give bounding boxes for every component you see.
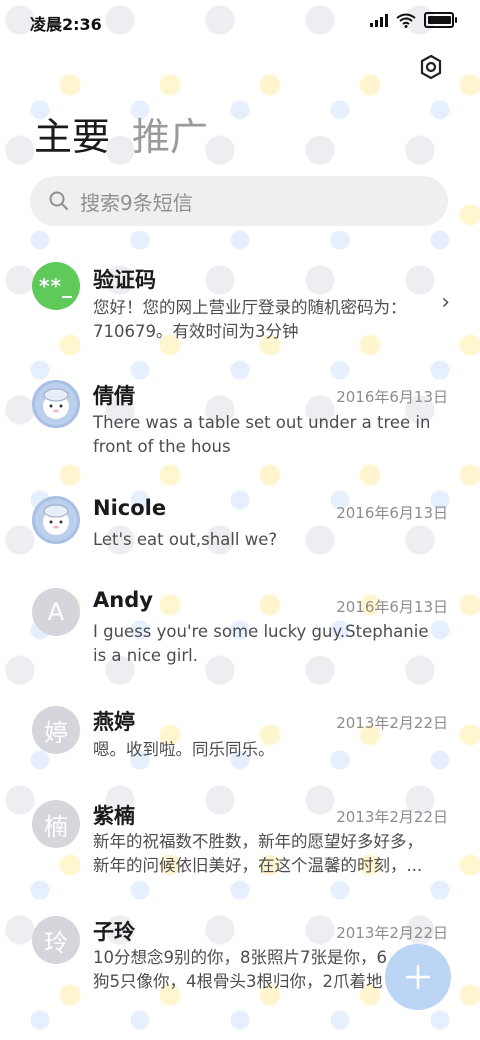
battery-icon <box>424 12 457 28</box>
message-date: 2013年2月22日 <box>336 808 448 826</box>
status-icons <box>370 12 457 28</box>
message-line: Let's eat out,shall we? <box>93 530 278 549</box>
conversation-row[interactable]: 倩倩 2016年6月13日 There was a table set out … <box>0 366 480 476</box>
message-line: I guess you're some lucky guy.Stephanie <box>93 622 429 641</box>
status-time: 凌晨2:36 <box>30 15 102 34</box>
message-line: front of the hous <box>93 437 231 456</box>
message-date: 2016年6月13日 <box>336 388 448 406</box>
avatar: A <box>32 588 80 636</box>
sheep-avatar-icon <box>43 388 69 419</box>
avatar <box>32 380 80 428</box>
tab-promotions[interactable]: 推广 <box>132 106 208 161</box>
wifi-icon <box>396 13 416 28</box>
message-line: 嗯。收到啦。同乐同乐。 <box>93 740 275 759</box>
avatar <box>32 496 80 544</box>
conversation-row[interactable]: 婷 燕婷 2013年2月22日 嗯。收到啦。同乐同乐。 <box>0 694 480 784</box>
message-line: 新年的问候依旧美好，在这个温馨的时刻，... <box>93 856 423 875</box>
search-input[interactable]: 搜索9条短信 <box>80 187 193 216</box>
chevron-right-icon[interactable]: › <box>441 290 450 315</box>
message-preview: I guess you're some lucky guy.Stephanie … <box>93 620 443 668</box>
settings-button[interactable] <box>416 52 446 82</box>
contact-name: Nicole <box>93 496 167 520</box>
contact-name: 紫楠 <box>93 804 135 828</box>
avatar: 玲 <box>32 916 80 964</box>
message-date: 2013年2月22日 <box>336 714 448 732</box>
gear-icon <box>420 54 442 80</box>
search-bar[interactable]: 搜索9条短信 <box>30 176 448 226</box>
message-date: 2013年2月22日 <box>336 924 448 942</box>
message-preview: 您好！您的网上营业厅登录的随机密码为： 710679。有效时间为3分钟 <box>93 296 443 344</box>
contact-name: Andy <box>93 588 153 612</box>
message-line: 新年的祝福数不胜数，新年的愿望好多好多， <box>93 832 423 851</box>
avatar: **_ <box>32 262 80 310</box>
compose-button[interactable] <box>385 944 451 1010</box>
plus-icon <box>405 964 431 990</box>
message-line: 您好！您的网上营业厅登录的随机密码为： <box>93 298 407 317</box>
conversation-row[interactable]: 楠 紫楠 2013年2月22日 新年的祝福数不胜数，新年的愿望好多好多， 新年的… <box>0 788 480 898</box>
contact-name: 子玲 <box>93 920 135 944</box>
message-preview: 新年的祝福数不胜数，新年的愿望好多好多， 新年的问候依旧美好，在这个温馨的时刻，… <box>93 830 443 878</box>
message-line: is a nice girl. <box>93 646 198 665</box>
conversation-row[interactable]: **_ 验证码 您好！您的网上营业厅登录的随机密码为： 710679。有效时间为… <box>0 238 480 348</box>
status-bar: 凌晨2:36 <box>0 0 480 44</box>
message-date: 2016年6月13日 <box>336 598 448 616</box>
contact-name: 燕婷 <box>93 710 135 734</box>
tab-bar: 主要 推广 <box>34 106 208 161</box>
avatar: 楠 <box>32 800 80 848</box>
message-preview: There was a table set out under a tree i… <box>93 411 443 459</box>
message-line: 710679。有效时间为3分钟 <box>93 322 299 341</box>
conversation-row[interactable]: Nicole 2016年6月13日 Let's eat out,shall we… <box>0 482 480 572</box>
message-line: There was a table set out under a tree i… <box>93 413 431 432</box>
sheep-avatar-icon <box>43 504 69 535</box>
conversation-row[interactable]: A Andy 2016年6月13日 I guess you're some lu… <box>0 576 480 686</box>
avatar: 婷 <box>32 706 80 754</box>
contact-name: 验证码 <box>93 268 156 292</box>
contact-name: 倩倩 <box>93 384 135 408</box>
tab-main[interactable]: 主要 <box>34 106 110 161</box>
message-preview: Let's eat out,shall we? <box>93 528 443 552</box>
search-icon <box>49 191 68 210</box>
signal-icon <box>370 13 388 27</box>
message-preview: 嗯。收到啦。同乐同乐。 <box>93 738 443 762</box>
message-date: 2016年6月13日 <box>336 504 448 522</box>
